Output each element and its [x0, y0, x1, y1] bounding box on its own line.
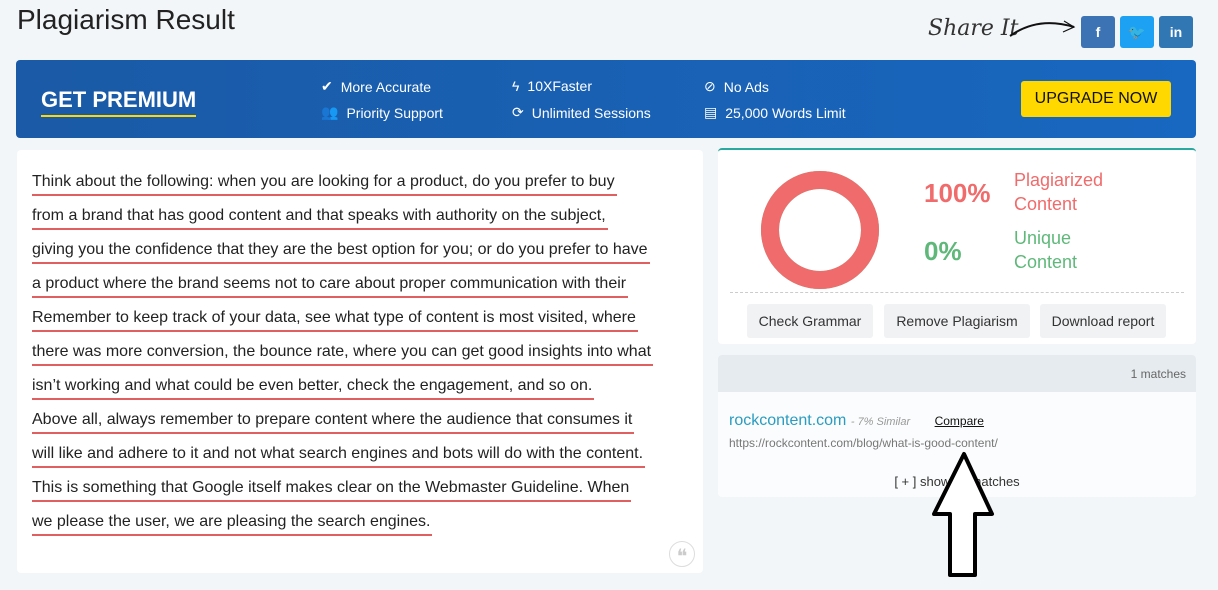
share-arrow-icon — [1009, 20, 1076, 37]
match-url[interactable]: https://rockcontent.com/blog/what-is-goo… — [729, 436, 998, 450]
feature-label: 25,000 Words Limit — [725, 104, 846, 121]
underlined-text-line: Think about the following: when you are … — [32, 170, 617, 196]
match-similarity: - 7% Similar — [850, 416, 911, 428]
remove-plagiarism-button[interactable]: Remove Plagiarism — [884, 304, 1030, 338]
plagiarized-ring — [761, 171, 879, 289]
underlined-text-line: Remember to keep track of your data, see… — [32, 306, 638, 332]
document-icon: ▤ — [704, 104, 718, 120]
quote-icon: ❝ — [669, 541, 695, 568]
matches-count: 1 matches — [718, 355, 1196, 392]
unique-percent: 0% — [924, 236, 962, 266]
feature-item: ϟ 10XFaster — [512, 78, 592, 94]
underlined-text-line: This is something that Google itself mak… — [32, 476, 632, 502]
plagiarism-donut-chart — [761, 171, 879, 289]
divider — [730, 292, 1184, 293]
match-site-link[interactable]: rockcontent.com — [729, 412, 846, 429]
refresh-icon: ⟳ — [512, 104, 524, 120]
underlined-text-line: from a brand that has good content and t… — [32, 204, 608, 230]
underlined-text-line: a product where the brand seems not to c… — [32, 272, 629, 298]
feature-item: ✔ More Accurate — [321, 78, 431, 95]
underlined-text-line: Above all, always remember to prepare co… — [32, 408, 635, 434]
ban-icon: ⊘ — [704, 78, 716, 94]
plagiarized-label: Plagiarized Content — [1014, 170, 1104, 214]
underlined-text-line: there was more conversion, the bounce ra… — [32, 340, 654, 366]
get-premium-title: GET PREMIUM — [41, 87, 197, 117]
plagiarized-percent: 100% — [924, 178, 991, 208]
check-grammar-button[interactable]: Check Grammar — [747, 304, 873, 338]
unique-label: Unique Content — [1014, 228, 1078, 272]
premium-banner: GET PREMIUM ✔ More Accurate 👥 Priority Sup… — [16, 60, 1196, 138]
feature-item: ▤ 25,000 Words Limit — [704, 104, 846, 121]
feature-label: More Accurate — [340, 78, 431, 95]
result-summary: 100% Plagiarized Content 0% Unique Conte… — [718, 148, 1196, 344]
underlined-text-line: isn’t working and what could be even bet… — [32, 374, 595, 400]
bolt-icon: ϟ — [512, 78, 520, 94]
check-icon: ✔ — [321, 78, 333, 94]
feature-item: ⟳ Unlimited Sessions — [512, 104, 651, 121]
users-icon: 👥 — [321, 104, 339, 120]
page-title: Plagiarism Result — [17, 4, 235, 35]
feature-label: Unlimited Sessions — [531, 104, 651, 121]
share-label: Share It — [928, 16, 1019, 41]
underlined-text-line: will like and adhere to it and not what … — [32, 442, 646, 468]
match-item: rockcontent.com - 7% Similar Compare — [729, 412, 984, 430]
linkedin-share-button[interactable]: in — [1159, 16, 1193, 48]
feature-label: Priority Support — [346, 104, 443, 121]
download-report-button[interactable]: Download report — [1040, 304, 1166, 338]
feature-item: 👥 Priority Support — [321, 104, 443, 121]
underlined-text-line: we please the user, we are pleasing the … — [32, 510, 433, 536]
underlined-text-line: giving you the confidence that they are … — [32, 238, 650, 264]
feature-label: No Ads — [723, 78, 769, 95]
compare-link[interactable]: Compare — [935, 414, 984, 428]
feature-label: 10XFaster — [527, 78, 593, 94]
twitter-share-button[interactable]: 🐦 — [1120, 16, 1154, 48]
checked-text: Think about the following: when you are … — [17, 150, 703, 573]
annotation-arrow-icon — [932, 452, 994, 577]
facebook-share-button[interactable]: f — [1081, 16, 1115, 48]
upgrade-now-button[interactable]: UPGRADE NOW — [1021, 81, 1171, 117]
feature-item: ⊘ No Ads — [704, 78, 769, 95]
